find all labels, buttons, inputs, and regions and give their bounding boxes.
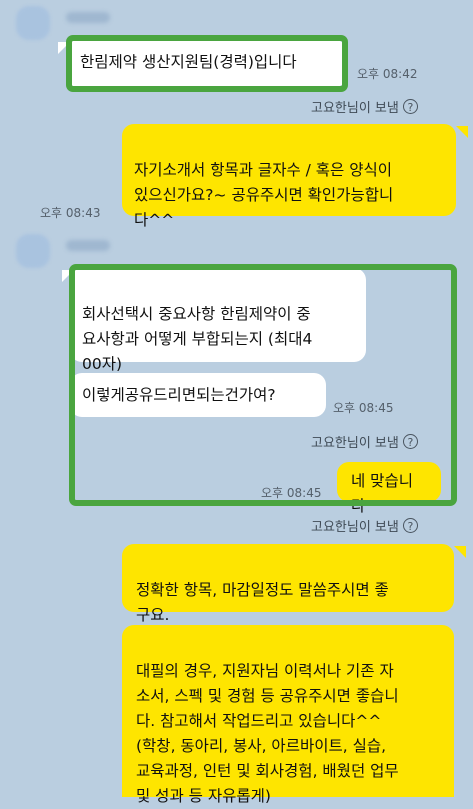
bubble-tail bbox=[456, 126, 468, 138]
outgoing-message[interactable]: 대필의 경우, 지원자님 이력서나 기존 자 소서, 스펙 및 경험 등 공유주… bbox=[122, 625, 454, 805]
sender-name-blurred bbox=[66, 12, 110, 23]
sender-label-text: 고요한님이 보냄 bbox=[311, 520, 399, 535]
highlight-box bbox=[66, 35, 348, 92]
avatar[interactable] bbox=[16, 6, 50, 40]
outgoing-message[interactable]: 정확한 항목, 마감일정도 말씀주시면 좋 구요. bbox=[122, 544, 454, 624]
avatar[interactable] bbox=[16, 234, 50, 268]
question-circle-icon[interactable]: ? bbox=[402, 99, 418, 114]
bubble-tail bbox=[454, 546, 466, 558]
question-circle-icon[interactable]: ? bbox=[402, 518, 418, 533]
sender-name-blurred bbox=[66, 240, 110, 251]
message-text: 대필의 경우, 지원자님 이력서나 기존 자 소서, 스펙 및 경험 등 공유주… bbox=[136, 662, 399, 805]
message-text: 정확한 항목, 마감일정도 말씀주시면 좋 구요. bbox=[136, 581, 389, 624]
outgoing-message[interactable]: 자기소개서 항목과 글자수 / 혹은 양식이 있으신가요?~ 공유주시면 확인가… bbox=[122, 124, 456, 229]
highlight-box bbox=[69, 264, 457, 506]
sender-label: 고요한님이 보냄 ? bbox=[311, 97, 418, 116]
message-time: 오후 08:43 bbox=[40, 206, 101, 220]
sender-label: 고요한님이 보냄 ? bbox=[311, 516, 418, 535]
sender-label-text: 고요한님이 보냄 bbox=[311, 101, 399, 116]
message-time: 오후 08:42 bbox=[357, 67, 418, 81]
message-text: 자기소개서 항목과 글자수 / 혹은 양식이 있으신가요?~ 공유주시면 확인가… bbox=[134, 161, 394, 229]
